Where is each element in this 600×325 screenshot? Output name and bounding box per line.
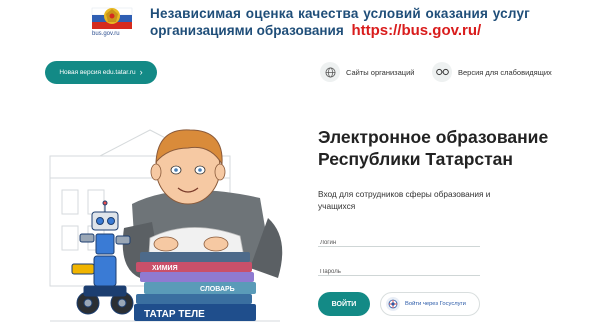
login-input[interactable] bbox=[318, 235, 480, 251]
visually-impaired-version-link[interactable]: Версия для слабовидящих bbox=[432, 62, 552, 82]
login-field bbox=[318, 231, 480, 251]
impaired-label: Версия для слабовидящих bbox=[458, 67, 552, 77]
logo-caption: bus.gov.ru bbox=[92, 31, 120, 37]
page-title-line1: Электронное образование bbox=[318, 127, 549, 147]
login-button[interactable]: ВОЙТИ bbox=[318, 292, 370, 316]
coat-of-arms-flag-icon bbox=[91, 7, 133, 29]
password-field bbox=[318, 260, 480, 280]
gosuslugi-logo-icon bbox=[386, 297, 400, 311]
glasses-icon bbox=[432, 62, 452, 82]
page: bus.gov.ru Независимая оценка качества у… bbox=[0, 0, 600, 325]
hero-illustration: ХИМИЯ СЛОВАРЬ ТАТАР ТЕЛЕ bbox=[40, 118, 290, 325]
robot-toy bbox=[71, 200, 134, 315]
page-title-line2: Республики Татарстан bbox=[318, 149, 513, 169]
new-version-label: Новая версия edu.tatar.ru bbox=[59, 69, 136, 76]
book-label-dictionary: СЛОВАРЬ bbox=[200, 286, 235, 293]
globe-icon bbox=[320, 62, 340, 82]
book-stack: ХИМИЯ СЛОВАРЬ ТАТАР ТЕЛЕ bbox=[134, 252, 256, 321]
gosuslugi-login-button[interactable]: Войти через Госуслуги bbox=[380, 292, 480, 316]
password-input[interactable] bbox=[318, 264, 480, 280]
banner-url-link[interactable]: https://bus.gov.ru/ bbox=[351, 22, 481, 39]
student-with-robot-illustration: ХИМИЯ СЛОВАРЬ ТАТАР ТЕЛЕ bbox=[49, 129, 283, 322]
login-subtitle: Вход для сотрудников сферы образования и… bbox=[318, 189, 491, 211]
banner-headline: Независимая оценка качества условий оказ… bbox=[150, 6, 530, 21]
page-title: Электронное образование Республики Татар… bbox=[318, 126, 588, 170]
gosuslugi-label: Войти через Госуслуги bbox=[405, 301, 466, 307]
sites-label: Сайты организаций bbox=[346, 67, 415, 77]
book-label-chemistry: ХИМИЯ bbox=[152, 265, 178, 272]
sites-of-organizations-link[interactable]: Сайты организаций bbox=[320, 62, 414, 82]
banner-subline-text: организациями образования bbox=[150, 23, 344, 38]
banner-subline: организациями образования https://bus.go… bbox=[150, 22, 481, 39]
chevron-right-icon: › bbox=[139, 67, 143, 77]
top-banner: bus.gov.ru Независимая оценка качества у… bbox=[0, 0, 600, 44]
book-label-tatar: ТАТАР ТЕЛЕ bbox=[144, 309, 205, 320]
new-version-button[interactable]: Новая версия edu.tatar.ru › bbox=[45, 61, 157, 84]
